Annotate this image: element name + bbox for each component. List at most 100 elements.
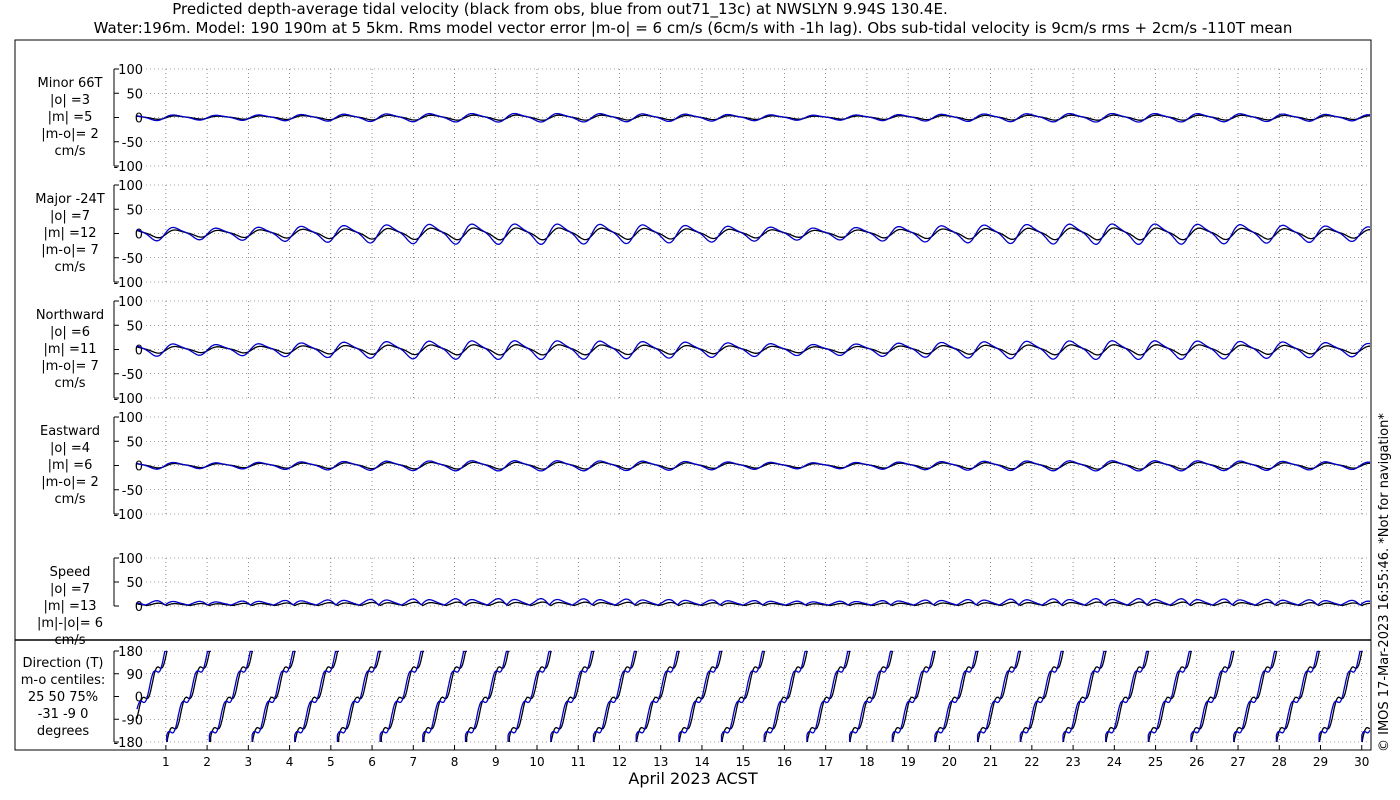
- x-tick-label: 30: [1354, 755, 1369, 769]
- direction-y-tick-label: -90: [122, 713, 143, 728]
- x-tick-label: 11: [571, 755, 586, 769]
- panel-label-minor: |m-o|= 2: [41, 127, 99, 142]
- panel-northward: 100 50 0 -50 -100 Northward |o| =6 |m| =11 |m-o|…: [36, 295, 1371, 407]
- chart-title-line-1: Predicted depth-average tidal velocity (…: [172, 0, 947, 19]
- panel-label-speed: cm/s: [55, 633, 86, 648]
- panel-label-minor: Minor 66T: [38, 76, 103, 91]
- y-tick-label-minor: -50: [122, 136, 143, 151]
- direction-y-tick-label: -180: [113, 736, 143, 751]
- x-tick-label: 17: [818, 755, 833, 769]
- panel-label-speed: |m| =13: [44, 599, 97, 614]
- panel-label-minor: cm/s: [55, 144, 86, 159]
- credit-text: © IMOS 17-Mar-2023 16:55:46. *Not for na…: [1377, 413, 1392, 752]
- direction-y-tick-label: 90: [126, 668, 143, 683]
- panel-label-eastward: Eastward: [40, 424, 100, 439]
- y-tick-label-speed: 100: [118, 552, 143, 567]
- x-axis: 1 2 3 4 5 6 7 8 9 10 11 12 13 14 15 16 17 18 19 20 21 22 23 24 2…: [162, 745, 1369, 769]
- y-tick-label-northward: -100: [113, 392, 143, 407]
- x-tick-label: 27: [1230, 755, 1245, 769]
- panel-label-eastward: |m| =6: [48, 458, 93, 473]
- y-tick-label-northward: -50: [122, 368, 143, 383]
- direction-series-model: [136, 650, 1371, 742]
- panel-label-eastward: cm/s: [55, 492, 86, 507]
- series-model-northward: [136, 340, 1371, 361]
- panel-label-eastward: |o| =4: [50, 441, 90, 456]
- y-tick-label-eastward: 100: [118, 411, 143, 426]
- panel-label-northward: Northward: [36, 308, 104, 323]
- panel-minor: 100 50 0 -50 -100 Minor 66T |o| =3 |m| =5 |m-o|=…: [38, 63, 1371, 175]
- x-tick-label: 22: [1024, 755, 1039, 769]
- x-tick-label: 25: [1148, 755, 1163, 769]
- x-tick-label: 26: [1189, 755, 1204, 769]
- x-tick-label: 5: [327, 755, 335, 769]
- y-tick-label-northward: 100: [118, 295, 143, 310]
- x-tick-label: 10: [529, 755, 544, 769]
- panel-major: 100500-50-100Major -24T|o| =7|m| =12|m-o…: [35, 179, 1371, 291]
- direction-series-obs: [136, 650, 1371, 742]
- panel-label-major: cm/s: [55, 260, 86, 275]
- x-axis-label: April 2023 ACST: [628, 769, 757, 788]
- x-tick-label: 28: [1272, 755, 1287, 769]
- y-tick-label-speed: 50: [126, 576, 143, 591]
- x-tick-label: 19: [900, 755, 915, 769]
- direction-panel-label: Direction (T): [23, 656, 104, 671]
- y-tick-label-minor: 50: [126, 87, 143, 102]
- y-tick-label-major: -50: [122, 252, 143, 267]
- direction-panel-label: m-o centiles:: [21, 673, 106, 688]
- y-tick-label-minor: 100: [118, 63, 143, 78]
- panel-label-speed: |o| =7: [50, 582, 90, 597]
- x-tick-label: 4: [286, 755, 294, 769]
- series-model-major: [136, 223, 1371, 245]
- x-tick-label: 1: [162, 755, 170, 769]
- y-tick-label-eastward: 0: [135, 460, 143, 475]
- panel-label-major: |m-o|= 7: [41, 243, 99, 258]
- y-tick-label-eastward: -50: [122, 484, 143, 499]
- x-tick-label: 29: [1313, 755, 1328, 769]
- x-tick-label: 7: [409, 755, 417, 769]
- x-tick-label: 24: [1107, 755, 1122, 769]
- panel-label-major: Major -24T: [35, 192, 104, 207]
- panel-label-northward: cm/s: [55, 376, 86, 391]
- y-tick-label-northward: 50: [126, 319, 143, 334]
- panel-label-major: |m| =12: [44, 226, 97, 241]
- x-tick-label: 23: [1065, 755, 1080, 769]
- panel-label-eastward: |m-o|= 2: [41, 475, 99, 490]
- panel-label-minor: |m| =5: [48, 110, 93, 125]
- x-tick-label: 20: [942, 755, 957, 769]
- x-tick-label: 2: [203, 755, 211, 769]
- x-tick-label: 3: [245, 755, 253, 769]
- y-tick-label-speed: 0: [135, 600, 143, 615]
- panel-label-northward: |o| =6: [50, 325, 90, 340]
- panel-label-northward: |m-o|= 7: [41, 359, 99, 374]
- x-tick-label: 12: [612, 755, 627, 769]
- tidal-velocity-chart: Predicted depth-average tidal velocity (…: [14, 0, 1392, 788]
- panel-label-speed: |m|-|o|= 6: [37, 616, 103, 631]
- y-tick-label-minor: 0: [135, 112, 143, 127]
- panel-speed: 100 50 0 Speed |o| =7 |m| =13 |m|-|o|= 6 cm/s: [37, 552, 1371, 648]
- y-tick-label-eastward: -100: [113, 508, 143, 523]
- x-tick-label: 18: [859, 755, 874, 769]
- x-tick-label: 21: [983, 755, 998, 769]
- plot-frame: [14, 39, 1372, 751]
- y-tick-label-major: -100: [113, 276, 143, 291]
- direction-panel-label: -31 -9 0: [38, 707, 89, 722]
- direction-y-tick-label: 180: [118, 645, 143, 660]
- chart-title-line-2: Water:196m. Model: 190 190m at 5 5km. Rm…: [94, 19, 1293, 37]
- x-tick-label: 6: [368, 755, 376, 769]
- x-tick-label: 16: [777, 755, 792, 769]
- velocity-panels: 100 50 0 -50 -100 Minor 66T |o| =3 |m| =5 |m-o|=…: [35, 63, 1371, 648]
- y-tick-label-eastward: 50: [126, 435, 143, 450]
- x-tick-label: 14: [694, 755, 709, 769]
- direction-panel-label: 25 50 75%: [28, 690, 98, 705]
- x-tick-label: 8: [451, 755, 459, 769]
- y-tick-label-minor: -100: [113, 160, 143, 175]
- series-model-eastward: [136, 460, 1371, 472]
- panel-label-major: |o| =7: [50, 209, 90, 224]
- x-tick-label: 15: [736, 755, 751, 769]
- direction-panel: 180900-90-180Direction (T)m-o centiles:2…: [21, 645, 1371, 751]
- x-tick-label: 13: [653, 755, 668, 769]
- panel-label-speed: Speed: [50, 565, 91, 580]
- panel-eastward: 100 50 0 -50 -100 Eastward |o| =4 |m| =6 |m-o|= …: [40, 411, 1371, 523]
- y-tick-label-northward: 0: [135, 344, 143, 359]
- panel-label-minor: |o| =3: [50, 93, 90, 108]
